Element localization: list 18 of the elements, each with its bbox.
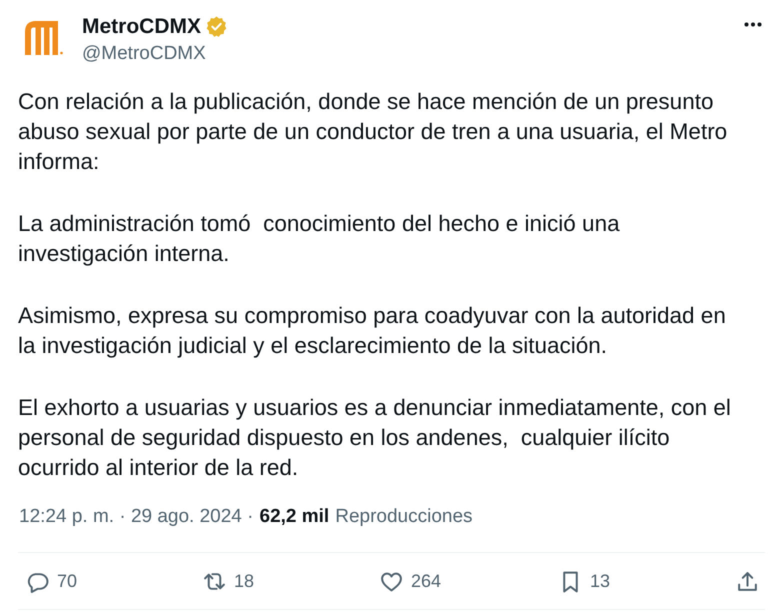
post-paragraph: El exhorto a usuarias y usuarios es a denunciar inmediatamente, con el personal de seguridad dispuesto en los andenes, cualquier ilícito ocurrido al interior de la red. <box>18 394 731 482</box>
repost-button[interactable]: 18 <box>203 570 254 592</box>
more-icon[interactable] <box>744 22 762 27</box>
share-icon <box>736 570 759 592</box>
view-count: 62,2 mil <box>260 505 330 529</box>
logo <box>25 21 63 55</box>
account-name[interactable]: MetroCDMX <box>82 14 201 39</box>
post-timestamp[interactable]: 12:24 p. m. · 29 ago. 2024 · <box>19 505 254 529</box>
account-handle[interactable]: @MetroCDMX <box>82 42 206 65</box>
bookmark-button[interactable]: 13 <box>559 570 610 592</box>
post-paragraph: La administración tomó conocimiento del hecho e inició una investigación interna. <box>18 210 620 268</box>
like-button[interactable]: 264 <box>380 570 442 592</box>
heart-icon <box>380 570 403 592</box>
post-paragraph: Asimismo, expresa su compromiso para coadyuvar con la autoridad en la investigación judicial y el esclarecimiento de la situación. <box>18 302 726 360</box>
post-paragraph: Con relación a la publicación, donde se hace mención de un presunto abuso sexual por parte de un conductor de tren a una usuaria, el Metro informa: <box>18 88 728 176</box>
views-label: Reproducciones <box>335 505 473 529</box>
share-button[interactable] <box>736 570 759 592</box>
reply-button[interactable]: 70 <box>26 570 78 592</box>
